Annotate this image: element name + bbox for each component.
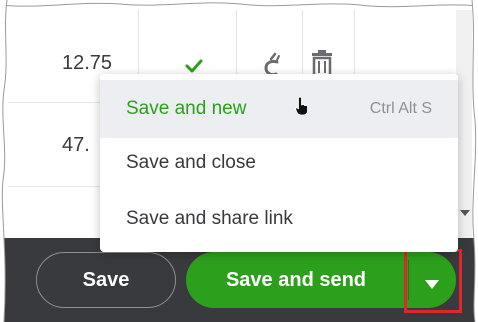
keyboard-shortcut: Ctrl Alt S (369, 100, 432, 117)
menu-item-label: Save and close (126, 152, 256, 173)
caret-down-icon (425, 280, 439, 289)
check-icon (185, 59, 203, 73)
save-and-send-button[interactable]: Save and send (186, 252, 406, 308)
save-options-menu: Save and new Ctrl Alt S Save and close S… (100, 74, 458, 252)
menu-item-label: Save and new (126, 98, 247, 119)
table-row-amount[interactable]: 12.75 (62, 52, 112, 75)
scroll-down-arrow-icon[interactable] (460, 210, 470, 216)
menu-item-label: Save and share link (126, 208, 293, 229)
table-row-amount[interactable]: 47. (62, 134, 90, 157)
hand-cursor-icon (295, 96, 308, 116)
menu-item-save-and-new[interactable]: Save and new Ctrl Alt S (100, 80, 458, 138)
save-button[interactable]: Save (36, 252, 176, 308)
menu-item-save-and-close[interactable]: Save and close (100, 134, 458, 192)
vertical-scrollbar[interactable] (456, 10, 472, 238)
screenshot: 12.75 47. Save Save and send Save and ne… (0, 0, 478, 322)
menu-item-save-and-share-link[interactable]: Save and share link (100, 190, 458, 248)
